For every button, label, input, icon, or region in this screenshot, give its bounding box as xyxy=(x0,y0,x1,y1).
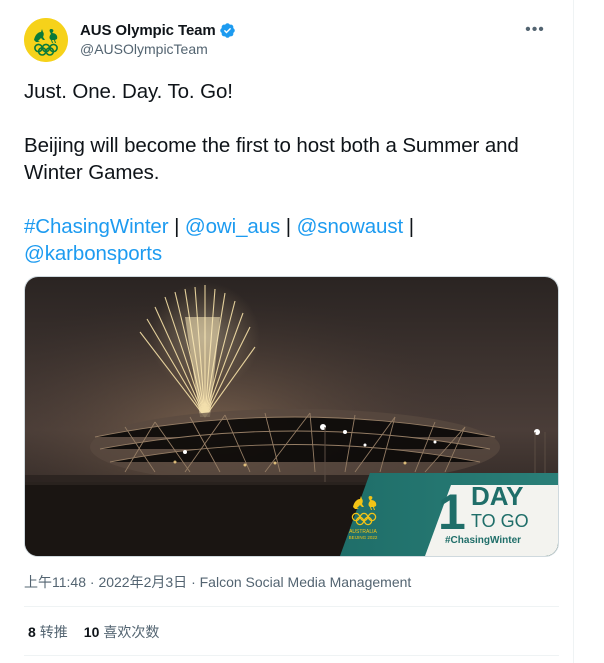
meta-dot: · xyxy=(89,574,95,590)
tweet-header: AUS Olympic Team @AUSOlympicTeam ••• xyxy=(24,16,561,66)
author-names: AUS Olympic Team @AUSOlympicTeam xyxy=(80,20,236,57)
mention-link-karbonsports[interactable]: @karbonsports xyxy=(24,242,162,265)
retweets-label: 转推 xyxy=(39,624,68,640)
divider xyxy=(24,606,559,607)
retweets-stat[interactable]: 8 转推 xyxy=(28,622,68,642)
tweet-text: Just. One. Day. To. Go! Beijing will bec… xyxy=(24,78,569,267)
avatar[interactable] xyxy=(24,18,68,62)
badge-day-word: DAY xyxy=(471,481,524,511)
tweet-card: AUS Olympic Team @AUSOlympicTeam ••• Jus… xyxy=(0,0,574,663)
verified-badge-icon xyxy=(219,22,235,38)
tweet-source[interactable]: Falcon Social Media Management xyxy=(200,574,412,590)
display-name[interactable]: AUS Olympic Team xyxy=(80,22,216,39)
badge-hashtag: #ChasingWinter xyxy=(445,535,521,546)
aus-olympic-logo-icon xyxy=(24,18,68,62)
hashtag-link[interactable]: #ChasingWinter xyxy=(24,215,169,238)
tweet-meta: 上午11:48 · 2022年2月3日 · Falcon Social Medi… xyxy=(24,572,411,592)
badge-to-go: TO GO xyxy=(471,511,529,531)
tweet-time[interactable]: 上午11:48 xyxy=(24,574,86,590)
badge-event: BEIJING 2022 xyxy=(349,535,378,540)
display-name-row: AUS Olympic Team xyxy=(80,20,236,40)
mention-link-snowaust[interactable]: @snowaust xyxy=(297,215,404,238)
badge-big-number: 1 xyxy=(438,484,466,540)
mention-link-owi-aus[interactable]: @owi_aus xyxy=(185,215,280,238)
retweets-count: 8 xyxy=(28,624,36,640)
tweet-media-image[interactable]: AUSTRALIA BEIJING 2022 1 DAY TO GO #Chas… xyxy=(24,276,559,557)
stadium-fireworks-photo: AUSTRALIA BEIJING 2022 1 DAY TO GO #Chas… xyxy=(25,277,558,556)
more-horizontal-icon: ••• xyxy=(525,21,545,38)
divider xyxy=(24,655,559,656)
meta-dot: · xyxy=(191,574,196,590)
tweet-date[interactable]: 2022年2月3日 xyxy=(98,574,187,590)
author-handle[interactable]: @AUSOlympicTeam xyxy=(80,41,236,57)
more-options-button[interactable]: ••• xyxy=(523,18,547,42)
separator: | xyxy=(408,215,414,238)
likes-count: 10 xyxy=(83,624,100,640)
likes-stat[interactable]: 10 喜欢次数 xyxy=(84,622,160,642)
likes-label: 喜欢次数 xyxy=(103,624,160,640)
separator: | xyxy=(285,215,291,238)
tweet-text-line-2: Beijing will become the first to host bo… xyxy=(24,134,519,184)
tweet-text-line-1: Just. One. Day. To. Go! xyxy=(24,80,233,103)
tweet-stats: 8 转推 10 喜欢次数 xyxy=(28,622,159,642)
separator: | xyxy=(174,215,180,238)
tweet-links: #ChasingWinter | @owi_aus | @snowaust | @… xyxy=(24,213,569,267)
